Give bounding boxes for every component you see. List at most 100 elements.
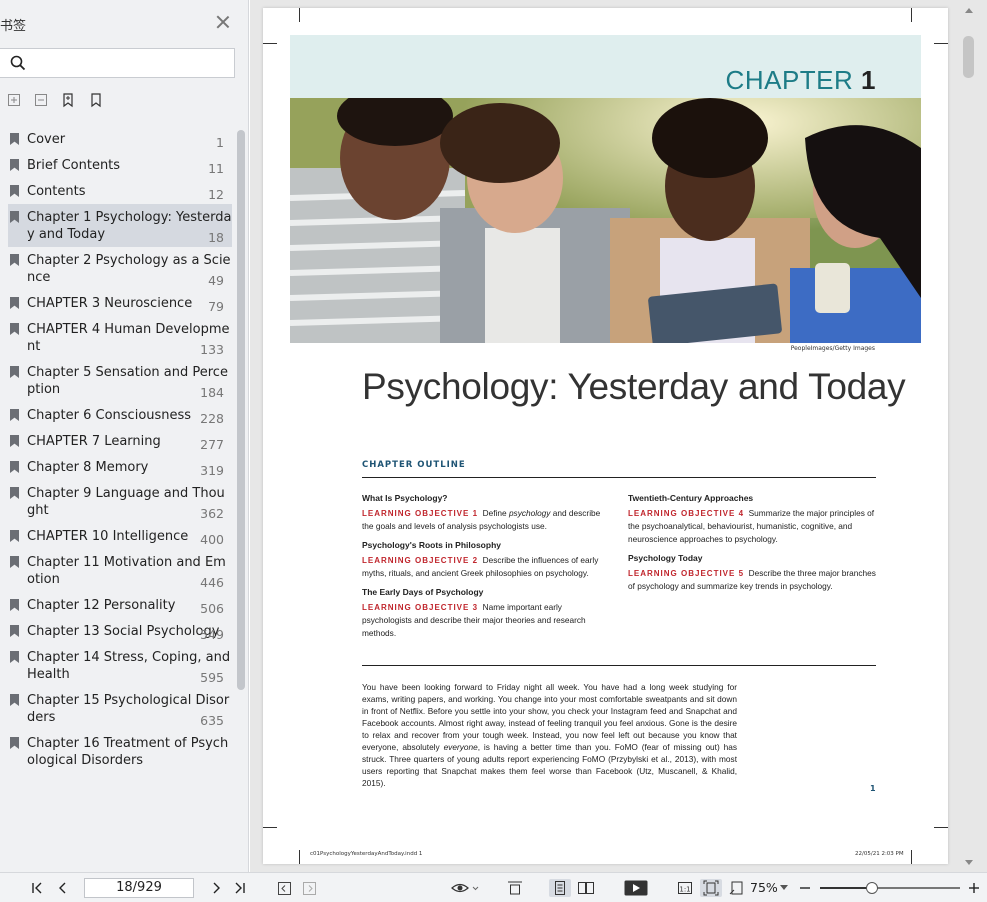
learning-objective-label: LEARNING OBJECTIVE 3 [362,603,479,612]
outline-top-rule [362,477,876,478]
expand-all-icon[interactable] [6,92,22,108]
bookmark-panel: 书签 Cover 1 Brief Contents 11 Contents 12 Ch [0,0,249,872]
bookmark-item[interactable]: Chapter 16 Treatment of Psychological Di… [8,730,232,773]
outline-section: Twentieth-Century Approaches LEARNING OBJ… [628,493,876,546]
bookmark-flag-icon [10,530,19,542]
body-text-emphasis: everyone [443,742,478,752]
bookmark-flag-icon [10,625,19,637]
opening-paragraph: You have been looking forward to Friday … [362,681,737,789]
bookmark-search-input[interactable] [32,53,227,73]
chapter-number: 1 [861,65,876,95]
learning-objective-label: LEARNING OBJECTIVE 4 [628,509,745,518]
bookmark-item[interactable]: Chapter 1 Psychology: Yesterday and Toda… [8,204,232,247]
bookmark-item[interactable]: Chapter 12 Personality 506 [8,592,232,618]
bookmark-item[interactable]: Chapter 8 Memory 319 [8,454,232,480]
slideshow-play-icon[interactable] [623,879,649,897]
bookmark-flag-icon [10,487,19,499]
learning-objective-label: LEARNING OBJECTIVE 1 [362,509,479,518]
back-view-icon[interactable] [276,879,292,897]
previous-page-icon[interactable] [55,879,71,897]
bookmark-label: Chapter 2 Psychology as a Science [27,253,231,285]
bookmark-item[interactable]: Chapter 2 Psychology as a Science 49 [8,247,232,290]
bookmark-item[interactable]: CHAPTER 7 Learning 277 [8,428,232,454]
photo-credit: PeopleImages/Getty Images [790,345,875,352]
chapter-photo [290,98,921,343]
bookmark-flag-icon [10,737,19,749]
next-page-icon[interactable] [208,879,224,897]
print-footer-date: 22/05/21 2:03 PM [855,851,904,857]
collapse-all-icon[interactable] [33,92,49,108]
bookmark-flag-icon [10,366,19,378]
forward-view-icon[interactable] [301,879,317,897]
scroll-up-arrow[interactable] [965,8,973,13]
last-page-icon[interactable] [231,879,247,897]
bookmark-label: CHAPTER 3 Neuroscience [27,296,193,311]
bookmark-item[interactable]: Chapter 13 Social Psychology 549 [8,618,232,644]
zoom-slider-fill [820,887,872,889]
outline-section: Psychology's Roots in Philosophy LEARNING… [362,540,610,580]
bookmark-item[interactable]: Brief Contents 11 [8,152,232,178]
single-page-icon[interactable] [549,879,571,897]
bookmark-page-number: 400 [200,532,224,547]
bookmark-label: Cover [27,132,66,147]
zoom-in-icon[interactable] [967,879,981,897]
crop-mark [299,850,300,864]
outline-section: The Early Days of Psychology LEARNING OBJ… [362,587,610,640]
zoom-slider-handle[interactable] [865,882,878,894]
chapter-banner: CHAPTER 1 [290,35,921,98]
bookmark-page-number: 49 [208,273,224,288]
bookmark-search-box[interactable] [0,48,235,78]
page-number-field[interactable]: 18/929 [84,878,194,898]
bookmark-item[interactable]: CHAPTER 3 Neuroscience 79 [8,290,232,316]
bookmark-flag-icon [10,651,19,663]
zoom-out-icon[interactable] [798,879,812,897]
students-photo-illustration [290,98,921,343]
two-page-icon[interactable] [576,879,596,897]
bookmark-page-number: 18 [208,230,224,245]
zoom-dropdown-icon[interactable] [779,879,789,897]
fit-page-icon[interactable] [700,879,722,897]
learning-objective-text: Define [482,508,509,518]
bookmark-item[interactable]: Chapter 11 Motivation and Emotion 446 [8,549,232,592]
chapter-label: CHAPTER 1 [726,65,876,96]
bookmark-scrollbar[interactable] [237,130,245,690]
bookmark-list: Cover 1 Brief Contents 11 Contents 12 Chapter … [0,126,236,872]
bookmark-item[interactable]: Chapter 15 Psychological Disorders 635 [8,687,232,730]
fit-width-icon[interactable] [728,879,746,897]
bookmark-item[interactable]: CHAPTER 4 Human Development 133 [8,316,232,359]
learning-objective-emphasis: psychology [508,508,551,518]
scroll-down-arrow[interactable] [965,860,973,865]
bookmark-item[interactable]: CHAPTER 10 Intelligence 400 [8,523,232,549]
pdf-reader-window: 书签 Cover 1 Brief Contents 11 Contents 12 Ch [0,0,987,902]
search-icon [10,55,26,71]
learning-objective-label: LEARNING OBJECTIVE 5 [628,569,745,578]
add-bookmark-icon[interactable] [60,92,76,108]
bookmark-item[interactable]: Chapter 5 Sensation and Perception 184 [8,359,232,402]
close-icon[interactable] [215,14,231,30]
bookmark-panel-title: 书签 [0,19,27,34]
crop-mark [263,43,277,44]
zoom-slider[interactable] [820,882,960,894]
reading-mode-icon[interactable] [450,879,480,897]
document-scrollbar-thumb[interactable] [963,36,974,78]
bookmark-page-number: 506 [200,601,224,616]
bookmark-item[interactable]: Chapter 14 Stress, Coping, and Health 595 [8,644,232,687]
bookmark-item[interactable]: Chapter 6 Consciousness 228 [8,402,232,428]
bookmark-item[interactable]: Chapter 9 Language and Thought 362 [8,480,232,523]
bookmark-flag-icon [10,694,19,706]
bookmark-flag-icon [10,323,19,335]
crop-mark [911,850,912,864]
bookmark-flag-icon [10,599,19,611]
continuous-scroll-icon[interactable] [506,879,524,897]
bookmark-icon[interactable] [88,92,104,108]
outline-right-column: Twentieth-Century Approaches LEARNING OBJ… [628,493,876,600]
bookmark-page-number: 446 [200,575,224,590]
zoom-level[interactable]: 75% [750,880,778,895]
chapter-title: Psychology: Yesterday and Today [362,366,906,407]
bookmark-flag-icon [10,254,19,266]
chapter-word: CHAPTER [725,65,854,95]
actual-size-icon[interactable]: 1:1 [676,879,694,897]
bookmark-item[interactable]: Cover 1 [8,126,232,152]
first-page-icon[interactable] [30,879,46,897]
bookmark-item[interactable]: Contents 12 [8,178,232,204]
